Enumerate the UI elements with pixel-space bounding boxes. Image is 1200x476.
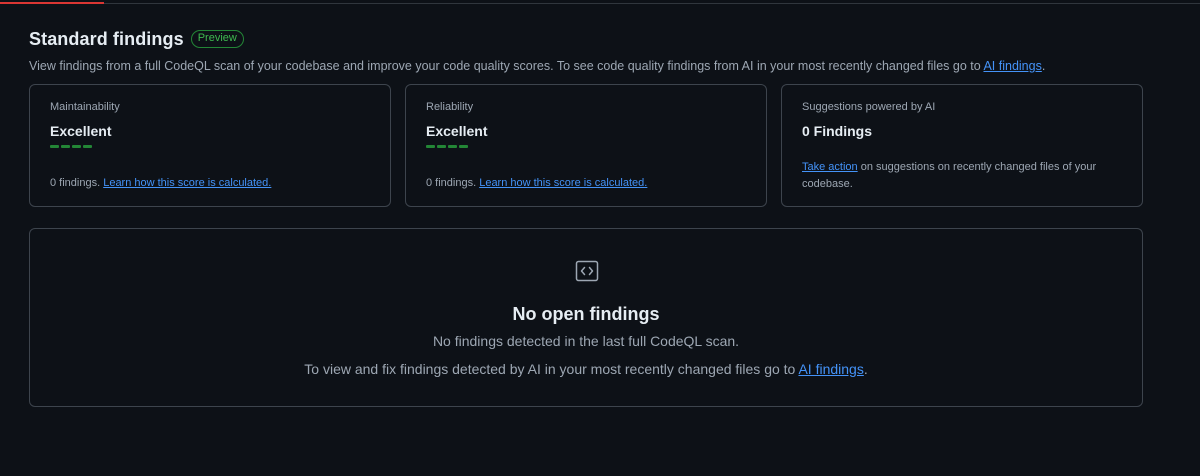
top-rule: [0, 0, 1200, 4]
active-tab-indicator: [0, 2, 104, 4]
card-value: Excellent: [426, 123, 488, 139]
card-label: Maintainability: [50, 101, 120, 113]
card-label: Reliability: [426, 101, 474, 113]
score-segment: [50, 145, 59, 148]
empty-state-panel: No open findings No findings detected in…: [29, 228, 1143, 407]
findings-count: 0 findings.: [50, 177, 104, 189]
score-segment: [83, 145, 92, 148]
score-meter: [50, 145, 92, 148]
ai-findings-link[interactable]: AI findings: [798, 361, 863, 377]
card-footer: 0 findings. Learn how this score is calc…: [50, 177, 271, 189]
standard-findings-section: Standard findings Preview View findings …: [29, 27, 1143, 407]
preview-badge: Preview: [190, 30, 244, 48]
card-value: Excellent: [50, 123, 112, 139]
score-segment: [459, 145, 468, 148]
score-meter: [426, 145, 468, 148]
empty-state-title: No open findings: [512, 304, 660, 324]
card-value: 0 Findings: [802, 123, 872, 139]
page-description: View findings from a full CodeQL scan of…: [29, 59, 1143, 73]
code-icon: [575, 260, 599, 282]
score-segment: [426, 145, 435, 148]
empty-state-ai-hint: To view and fix findings detected by AI …: [30, 361, 1142, 377]
findings-count: 0 findings.: [426, 177, 480, 189]
ai-hint-suffix: .: [863, 361, 868, 377]
take-action-link[interactable]: Take action: [802, 161, 858, 173]
page-title: Standard findings: [29, 28, 184, 49]
score-segment: [72, 145, 81, 148]
score-cards: Maintainability Excellent 0 findings. Le…: [29, 84, 1143, 207]
ai-suggestions-card: Suggestions powered by AI 0 Findings Tak…: [781, 84, 1143, 207]
learn-score-link[interactable]: Learn how this score is calculated.: [479, 177, 647, 189]
ai-suggestions-description: Take action on suggestions on recently c…: [802, 159, 1122, 193]
ai-hint-text: To view and fix findings detected by AI …: [304, 361, 799, 377]
ai-findings-link[interactable]: AI findings: [983, 59, 1041, 73]
learn-score-link[interactable]: Learn how this score is calculated.: [103, 177, 271, 189]
title-row: Standard findings Preview: [29, 27, 1143, 51]
reliability-card: Reliability Excellent 0 findings. Learn …: [405, 84, 767, 207]
description-text: View findings from a full CodeQL scan of…: [29, 59, 984, 73]
card-footer: 0 findings. Learn how this score is calc…: [426, 177, 647, 189]
maintainability-card: Maintainability Excellent 0 findings. Le…: [29, 84, 391, 207]
description-suffix: .: [1041, 59, 1046, 73]
score-segment: [61, 145, 70, 148]
score-segment: [437, 145, 446, 148]
score-segment: [448, 145, 457, 148]
empty-state-message: No findings detected in the last full Co…: [432, 333, 740, 349]
card-label: Suggestions powered by AI: [802, 101, 936, 113]
